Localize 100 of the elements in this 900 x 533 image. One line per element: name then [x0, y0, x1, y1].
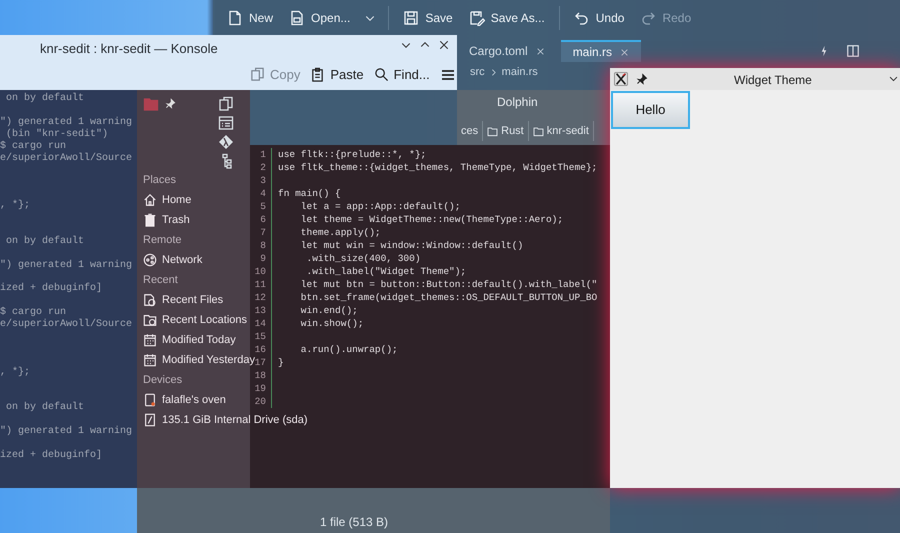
terminal-line: $ cargo run	[0, 140, 66, 152]
terminal-line: , *};	[0, 200, 30, 212]
terminal-line: e/superiorAwoll/Source	[0, 152, 132, 164]
line-number: 19	[252, 382, 272, 395]
code-line: }	[278, 356, 284, 369]
breadcrumb-item[interactable]: knr-sedit	[528, 121, 594, 141]
terminal-line: on by default	[5, 93, 84, 105]
list-icon	[218, 115, 234, 131]
line-number: 18	[252, 369, 272, 382]
close-tab-button[interactable]	[536, 46, 545, 56]
toolbar-button[interactable]: Undo	[568, 4, 630, 32]
line-number: 14	[252, 317, 272, 330]
terminal-line: $ cargo run	[0, 307, 66, 318]
code-line: win.end();	[300, 304, 358, 317]
folder-icon	[143, 96, 159, 112]
code-line: theme.apply();	[300, 226, 381, 239]
toolbar-button[interactable]: Save As...	[462, 4, 551, 32]
pin-icon	[636, 73, 648, 85]
line-number: 13	[252, 304, 272, 317]
terminal-line: e/superiorAwoll/Source	[0, 319, 132, 332]
code-line: let mut win = window::Window::default()	[300, 239, 524, 252]
toolbar-button[interactable]: Find...	[374, 65, 430, 84]
git-icon	[218, 134, 234, 150]
line-number: 2	[252, 161, 272, 174]
close-icon	[620, 48, 630, 56]
code-line: let a = app::App::default();	[300, 200, 460, 213]
close-tab-button[interactable]	[620, 48, 630, 56]
code-line: fn main() {	[278, 187, 341, 200]
window-title: Widget Theme	[734, 72, 812, 89]
close-icon	[438, 39, 450, 51]
window-title: Dolphin	[497, 94, 538, 111]
pin-icon	[165, 98, 176, 109]
terminal-line: ized + debuginfo]	[0, 283, 102, 296]
drive-icon	[143, 393, 157, 407]
code-line: btn.set_frame(widget_themes::OS_DEFAULT_BUTTON_UP_BO	[300, 291, 598, 304]
search-icon	[374, 67, 389, 82]
sidebar-item[interactable]: falafle's oven	[137, 390, 226, 410]
line-number: 3	[252, 174, 272, 187]
code-line: a.run().unwrap();	[300, 343, 398, 356]
line-number: 10	[252, 265, 272, 278]
sidebar-item[interactable]: Recent Files	[137, 290, 224, 310]
terminal-line: (bin "knr-sedit")	[6, 128, 108, 141]
calendar-icon	[143, 353, 157, 367]
copy-icon	[250, 67, 265, 82]
line-number: 20	[252, 395, 272, 408]
code-line: use fltk_theme::{widget_themes, ThemeType, WidgetTheme};	[278, 161, 598, 174]
terminal-line: ") generated 1 warning	[0, 116, 132, 128]
network-icon	[143, 253, 157, 267]
code-line: win.show();	[300, 317, 364, 330]
toolbar-button[interactable]: Paste	[310, 65, 364, 84]
status-text: 1 file (513 B)	[320, 515, 388, 529]
editor-tab[interactable]: main.rs	[560, 40, 642, 62]
window-title: knr-sedit : knr-sedit — Konsole	[40, 40, 218, 58]
terminal-line: , *};	[0, 366, 30, 379]
sidebar-item[interactable]: 135.1 GiB Internal Drive (sda)	[137, 410, 308, 430]
calendar-icon	[143, 333, 157, 347]
line-number: 4	[252, 187, 272, 200]
section-heading: Recent	[143, 272, 178, 288]
line-number: 16	[252, 343, 272, 356]
sidebar-item[interactable]: Modified Yesterday	[137, 350, 255, 370]
folder-icon	[487, 126, 498, 136]
section-heading: Places	[143, 172, 176, 188]
line-number: 11	[252, 278, 272, 291]
toolbar-button[interactable]: New	[221, 4, 280, 32]
editor-tab[interactable]: Cargo.toml	[457, 40, 557, 62]
terminal-line: ") generated 1 warning	[0, 260, 132, 272]
hello-button[interactable]: Hello	[611, 91, 690, 129]
folder-icon	[532, 126, 544, 136]
undo-icon	[574, 10, 590, 26]
code-line: let theme = WidgetTheme::new(ThemeType::Aero);	[300, 213, 564, 226]
sidebar-item[interactable]: Recent Locations	[137, 310, 247, 330]
line-number: 5	[252, 200, 272, 213]
line-number: 1	[252, 148, 272, 161]
save-as-icon	[468, 10, 485, 26]
line-number: 9	[252, 252, 272, 265]
line-number: 15	[252, 330, 272, 343]
line-number: 6	[252, 213, 272, 226]
breadcrumb-item[interactable]: Rust	[483, 121, 529, 141]
x-logo-icon	[614, 72, 628, 86]
close-icon	[536, 46, 545, 56]
clipboard-icon	[310, 67, 326, 82]
redo-icon	[640, 10, 656, 26]
sidebar-item[interactable]: Trash	[137, 210, 190, 230]
documents-icon	[218, 96, 234, 112]
code-line: use fltk::{prelude::*, *};	[278, 148, 426, 161]
folder-clock-icon	[143, 313, 157, 327]
breadcrumb-item[interactable]: src	[470, 64, 485, 80]
sidebar-item[interactable]: Network	[137, 250, 202, 270]
breadcrumb-item[interactable]: main.rs	[502, 64, 538, 80]
line-number: 7	[252, 226, 272, 239]
sidebar-item[interactable]: Home	[137, 190, 192, 210]
line-number: 8	[252, 239, 272, 252]
sidebar-item[interactable]: Modified Today	[137, 330, 236, 350]
toolbar-button[interactable]: Save	[397, 4, 459, 32]
terminal-line: ") generated 1 warning	[0, 426, 132, 438]
section-heading: Devices	[143, 372, 182, 388]
breadcrumb-item[interactable]: ces	[457, 121, 484, 141]
close-button[interactable]	[438, 39, 450, 51]
toolbar-button[interactable]: Open...	[283, 4, 356, 32]
split-view-icon	[846, 44, 860, 58]
